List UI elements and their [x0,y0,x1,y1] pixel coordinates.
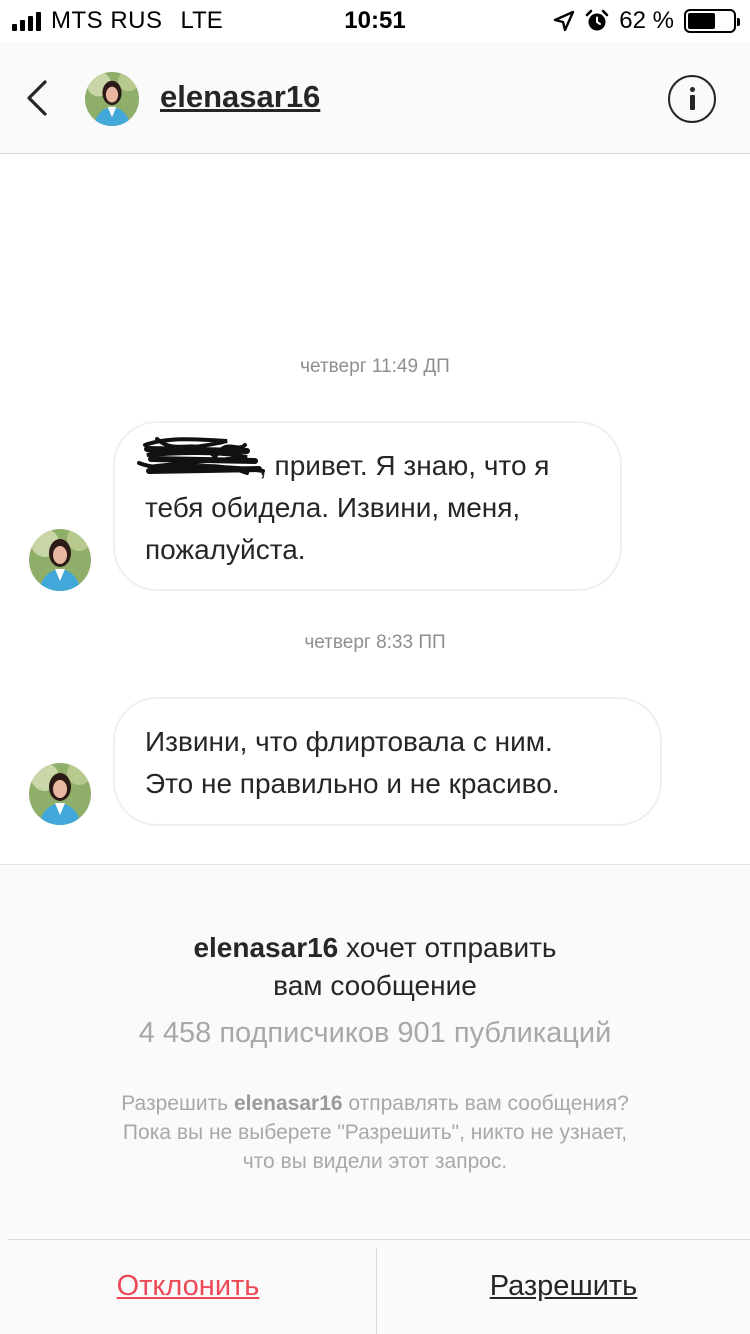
message-timestamp: четверг 8:33 ПП [304,632,446,653]
info-icon[interactable] [668,75,716,123]
carrier-name: MTS RUS [51,7,163,34]
message-bubble[interactable]: , привет. Я знаю, что я тебя обидела. Из… [113,421,622,591]
message-request-panel: elenasar16 хочет отправить вам сообщение… [0,864,750,1334]
battery-icon [684,9,740,33]
message-line: Это не правильно и не красиво. [145,768,560,799]
avatar[interactable] [29,763,91,825]
message-bubble[interactable]: Извини, что флиртовала с ним. Это не пра… [113,697,662,826]
alarm-clock-icon [585,9,609,31]
allow-button[interactable]: Разрешить [377,1255,750,1317]
request-note-line1: Разрешить elenasar16 отправлять вам сооб… [121,1092,629,1115]
status-left: MTS RUS LTE [12,7,223,35]
decline-button[interactable]: Отклонить [0,1255,376,1317]
battery-percent: 62 % [619,7,674,34]
conversation-header: elenasar16 [0,42,750,154]
profile-photo [29,529,91,591]
conversation-username[interactable]: elenasar16 [160,79,320,115]
status-right: 62 % [553,7,740,35]
request-title-line2: вам сообщение [273,970,477,1001]
message-line: тебя обидела. Извини, меня, [145,492,521,523]
request-username: elenasar16 [193,932,339,963]
actions-divider [8,1239,750,1240]
profile-photo [29,763,91,825]
profile-photo [85,72,139,126]
message-line: Извини, что флиртовала с ним. [145,726,553,757]
request-note-line3: что вы видели этот запрос. [242,1150,508,1173]
request-title: elenasar16 хочет отправить вам сообщение [0,929,750,1005]
battery-level-fill [688,13,716,29]
request-note-username: elenasar16 [233,1092,343,1115]
request-note-line2: Пока вы не выберете "Разрешить", никто н… [122,1121,628,1144]
status-bar: MTS RUS LTE 10:51 62 % [0,0,750,42]
request-title-text: хочет отправить [338,932,557,963]
request-note: Разрешить elenasar16 отправлять вам сооб… [0,1089,750,1176]
network-type: LTE [180,7,223,34]
avatar[interactable] [85,72,139,126]
back-chevron-icon[interactable] [22,76,52,120]
message-line: , привет. Я знаю, что я [259,450,550,481]
message-timestamp: четверг 11:49 ДП [300,356,450,377]
signal-icon [12,11,41,31]
request-stats: 4 458 подписчиков 901 публикаций [138,1017,612,1049]
message-line: пожалуйста. [145,534,306,565]
avatar[interactable] [29,529,91,591]
location-arrow-icon [554,10,575,32]
